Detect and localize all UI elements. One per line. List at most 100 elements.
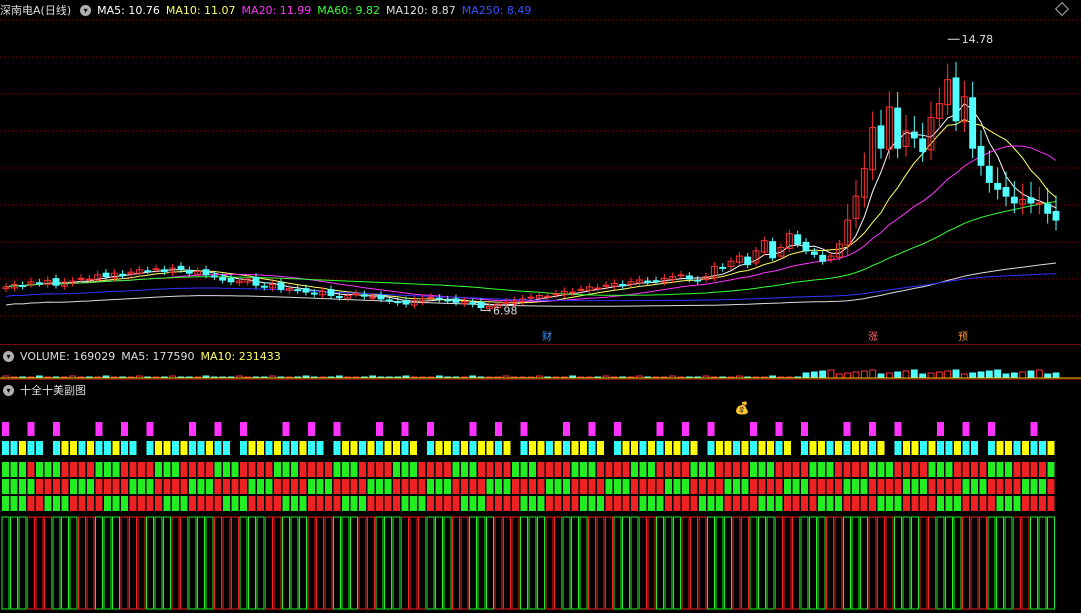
signal-outline	[146, 516, 154, 610]
signal-bar	[716, 479, 723, 494]
signal-bar	[435, 462, 443, 477]
candle-body	[452, 298, 460, 303]
signal-outline	[860, 516, 868, 610]
signal-bar	[10, 479, 18, 494]
signal-bar	[1030, 479, 1038, 494]
signal-magenta	[962, 422, 970, 436]
signal-outline	[783, 516, 792, 610]
signal-magenta	[937, 422, 944, 436]
signal-outline	[61, 516, 69, 610]
signal-magenta	[894, 422, 902, 436]
signal-outline	[443, 516, 452, 610]
signal-bar	[665, 462, 672, 477]
signal-bar	[231, 496, 239, 511]
signal-bar	[622, 479, 630, 494]
signal-yellow-cyan	[741, 441, 749, 455]
signal-yellow-cyan	[835, 441, 842, 455]
signal-yellow-cyan	[308, 441, 315, 455]
signal-yellow-cyan	[172, 441, 179, 455]
candle-body	[1027, 197, 1035, 204]
signal-outline	[792, 516, 800, 610]
volume-bar	[902, 370, 910, 379]
candle-body	[969, 97, 977, 149]
signal-bar	[962, 462, 970, 477]
signal-bar	[44, 479, 52, 494]
candle-body	[202, 269, 210, 276]
signal-bar	[282, 479, 290, 494]
signal-bar	[1022, 462, 1029, 477]
signal-yellow-cyan	[665, 441, 672, 455]
signal-bar	[138, 496, 145, 511]
signal-bar	[503, 462, 511, 477]
signal-yellow-cyan	[580, 441, 587, 455]
signal-yellow-cyan	[962, 441, 970, 455]
candle-body	[719, 266, 727, 269]
candle-body	[619, 284, 627, 287]
signal-bar	[308, 462, 315, 477]
signal-outline	[758, 516, 766, 610]
signal-bar	[520, 496, 528, 511]
signal-bar	[155, 496, 162, 511]
signal-bar	[248, 462, 256, 477]
signal-outline	[741, 516, 749, 610]
signal-magenta	[682, 422, 689, 436]
signal-bar	[197, 496, 205, 511]
signal-bar	[784, 462, 791, 477]
signal-outline	[732, 516, 741, 610]
signal-bar	[163, 462, 171, 477]
signal-bar	[197, 462, 205, 477]
signal-yellow-cyan	[563, 441, 570, 455]
signal-bar	[129, 496, 137, 511]
signal-outline	[214, 516, 222, 610]
candle-body	[694, 279, 702, 282]
signal-bar	[1039, 462, 1046, 477]
signal-bar	[359, 496, 366, 511]
signal-outline	[341, 516, 350, 610]
signal-bar	[673, 462, 681, 477]
signal-outline	[622, 516, 630, 610]
signal-yellow-cyan	[971, 441, 978, 455]
signal-yellow-cyan	[214, 441, 222, 455]
signal-outline	[936, 516, 945, 610]
signal-bar	[333, 479, 341, 494]
signal-yellow-cyan	[427, 441, 434, 455]
signal-bar	[580, 496, 587, 511]
signal-bar	[78, 462, 86, 477]
candle-body	[919, 138, 927, 153]
signal-bar	[792, 479, 800, 494]
signal-bar	[537, 496, 545, 511]
signal-bar	[614, 496, 621, 511]
signal-bar	[835, 479, 842, 494]
signal-magenta	[614, 422, 621, 436]
signal-bar	[27, 462, 35, 477]
signal-outline	[256, 516, 265, 610]
signal-outline	[503, 516, 511, 610]
kline-chart[interactable]: 14.78 6.98	[0, 0, 1081, 613]
signal-bar	[869, 479, 876, 494]
signal-outline	[894, 516, 902, 610]
signal-bar	[928, 496, 936, 511]
signal-yellow-cyan	[240, 441, 247, 455]
signal-yellow-cyan	[197, 441, 205, 455]
signal-bar	[707, 479, 715, 494]
signal-yellow-cyan	[631, 441, 638, 455]
candle-body	[1052, 211, 1060, 221]
signal-magenta	[495, 422, 502, 436]
signal-yellow-cyan	[724, 441, 732, 455]
volume-bar	[910, 369, 918, 379]
signal-bar	[257, 496, 264, 511]
signal-bar	[758, 479, 766, 494]
candle-body	[1002, 187, 1010, 197]
candle-body	[1044, 203, 1052, 214]
signal-bar	[393, 462, 400, 477]
signal-bar	[121, 479, 128, 494]
signal-bar	[376, 462, 383, 477]
signal-outline	[10, 516, 18, 610]
signal-bar	[673, 479, 681, 494]
signal-outline	[996, 516, 1004, 610]
signal-yellow-cyan	[350, 441, 358, 455]
signal-bar	[248, 496, 256, 511]
signal-yellow-cyan	[410, 441, 417, 455]
signal-bar	[36, 462, 43, 477]
signal-outline	[426, 516, 435, 610]
